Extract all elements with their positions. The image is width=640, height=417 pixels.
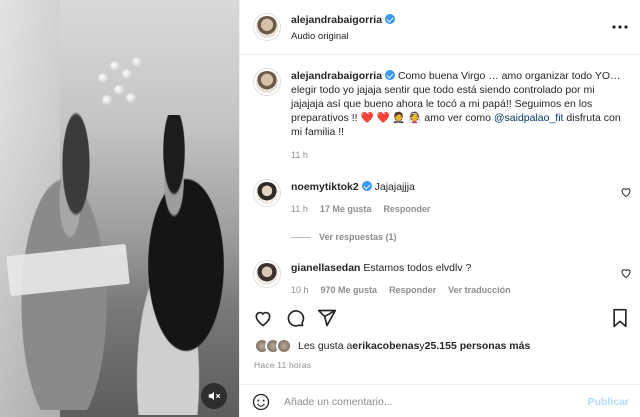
post-timestamp: Hace 11 horas [254, 360, 312, 370]
verified-badge-icon [385, 14, 396, 24]
heart-icon[interactable] [252, 307, 274, 329]
post-modal: alejandrabaigorria Audio original alejan… [0, 0, 640, 417]
share-icon[interactable] [316, 307, 338, 329]
likes-prefix: Les gusta a [298, 340, 353, 352]
caption-meta: 11 h [291, 150, 308, 160]
caption-text: alejandrabaigorria Como buena Virgo … am… [291, 69, 621, 139]
post-details-panel: alejandrabaigorria Audio original alejan… [239, 0, 640, 417]
more-options-icon[interactable] [611, 18, 629, 36]
comment-text: noemytiktok2 Jajajajjja [291, 180, 611, 194]
post-video[interactable] [0, 0, 239, 417]
comment-body: Estamos todos elvdlv ? [363, 262, 472, 274]
replies-divider [291, 236, 311, 238]
comment-text: gianellasedan Estamos todos elvdlv ? [291, 261, 611, 275]
comment-avatar[interactable] [254, 180, 280, 206]
comment-row: gianellasedan Estamos todos elvdlv ? 10 … [254, 261, 634, 301]
caption-avatar[interactable] [254, 69, 280, 95]
comment-time: 11 h [291, 204, 308, 214]
liker-username[interactable]: erikacobenas [352, 340, 419, 352]
comment-avatar[interactable] [254, 261, 280, 287]
caption-mention-link[interactable]: @saidpalao_fit [494, 112, 564, 124]
comment-username[interactable]: noemytiktok2 [291, 181, 359, 193]
speaker-muted-icon [208, 391, 221, 401]
author-name-wrap: alejandrabaigorria [291, 14, 396, 26]
view-replies-label: Ver respuestas (1) [319, 232, 397, 242]
comment-time: 10 h [291, 285, 309, 295]
mute-button[interactable] [201, 383, 227, 409]
comment-likes[interactable]: 970 Me gusta [321, 285, 378, 295]
emoji-icon[interactable] [252, 393, 270, 411]
comment-likes[interactable]: 17 Me gusta [320, 204, 372, 214]
comment-input[interactable] [284, 394, 564, 410]
bookmark-icon[interactable] [609, 307, 631, 329]
comment-icon[interactable] [284, 307, 306, 329]
view-replies-button[interactable]: Ver respuestas (1) [291, 232, 397, 242]
caption-username[interactable]: alejandrabaigorria [291, 70, 382, 82]
post-actions-bar [240, 303, 640, 333]
comments-list: alejandrabaigorria Como buena Virgo … am… [240, 55, 640, 303]
comment-meta: 11 h 17 Me gusta Responder [291, 204, 430, 214]
comment-row: noemytiktok2 Jajajajjja 11 h 17 Me gusta… [254, 180, 634, 220]
verified-badge-icon [361, 181, 372, 191]
caption-row: alejandrabaigorria Como buena Virgo … am… [254, 69, 634, 169]
comment-reply-button[interactable]: Responder [389, 285, 436, 295]
author-username[interactable]: alejandrabaigorria [291, 14, 382, 26]
publish-button[interactable]: Publicar [588, 396, 629, 408]
comment-body: Jajajajjja [374, 181, 415, 193]
man-figure [120, 115, 239, 415]
likes-summary: Les gusta a erikacobenas y 25.155 person… [254, 338, 530, 354]
heart-icon[interactable] [620, 186, 632, 198]
translate-button[interactable]: Ver traducción [448, 285, 511, 295]
comment-meta: 10 h 970 Me gusta Responder Ver traducci… [291, 285, 511, 295]
liker-avatars[interactable] [254, 338, 292, 354]
audio-label[interactable]: Audio original [291, 31, 349, 42]
comment-composer: Publicar [240, 384, 640, 417]
likes-count[interactable]: 25.155 personas más [425, 340, 531, 352]
post-header: alejandrabaigorria Audio original [240, 0, 640, 55]
verified-badge-icon [385, 70, 396, 80]
heart-icon[interactable] [620, 267, 632, 279]
comment-reply-button[interactable]: Responder [383, 204, 430, 214]
comment-username[interactable]: gianellasedan [291, 262, 360, 274]
caption-time: 11 h [291, 150, 308, 160]
ceiling-lamp [98, 55, 144, 115]
author-avatar[interactable] [254, 14, 280, 40]
